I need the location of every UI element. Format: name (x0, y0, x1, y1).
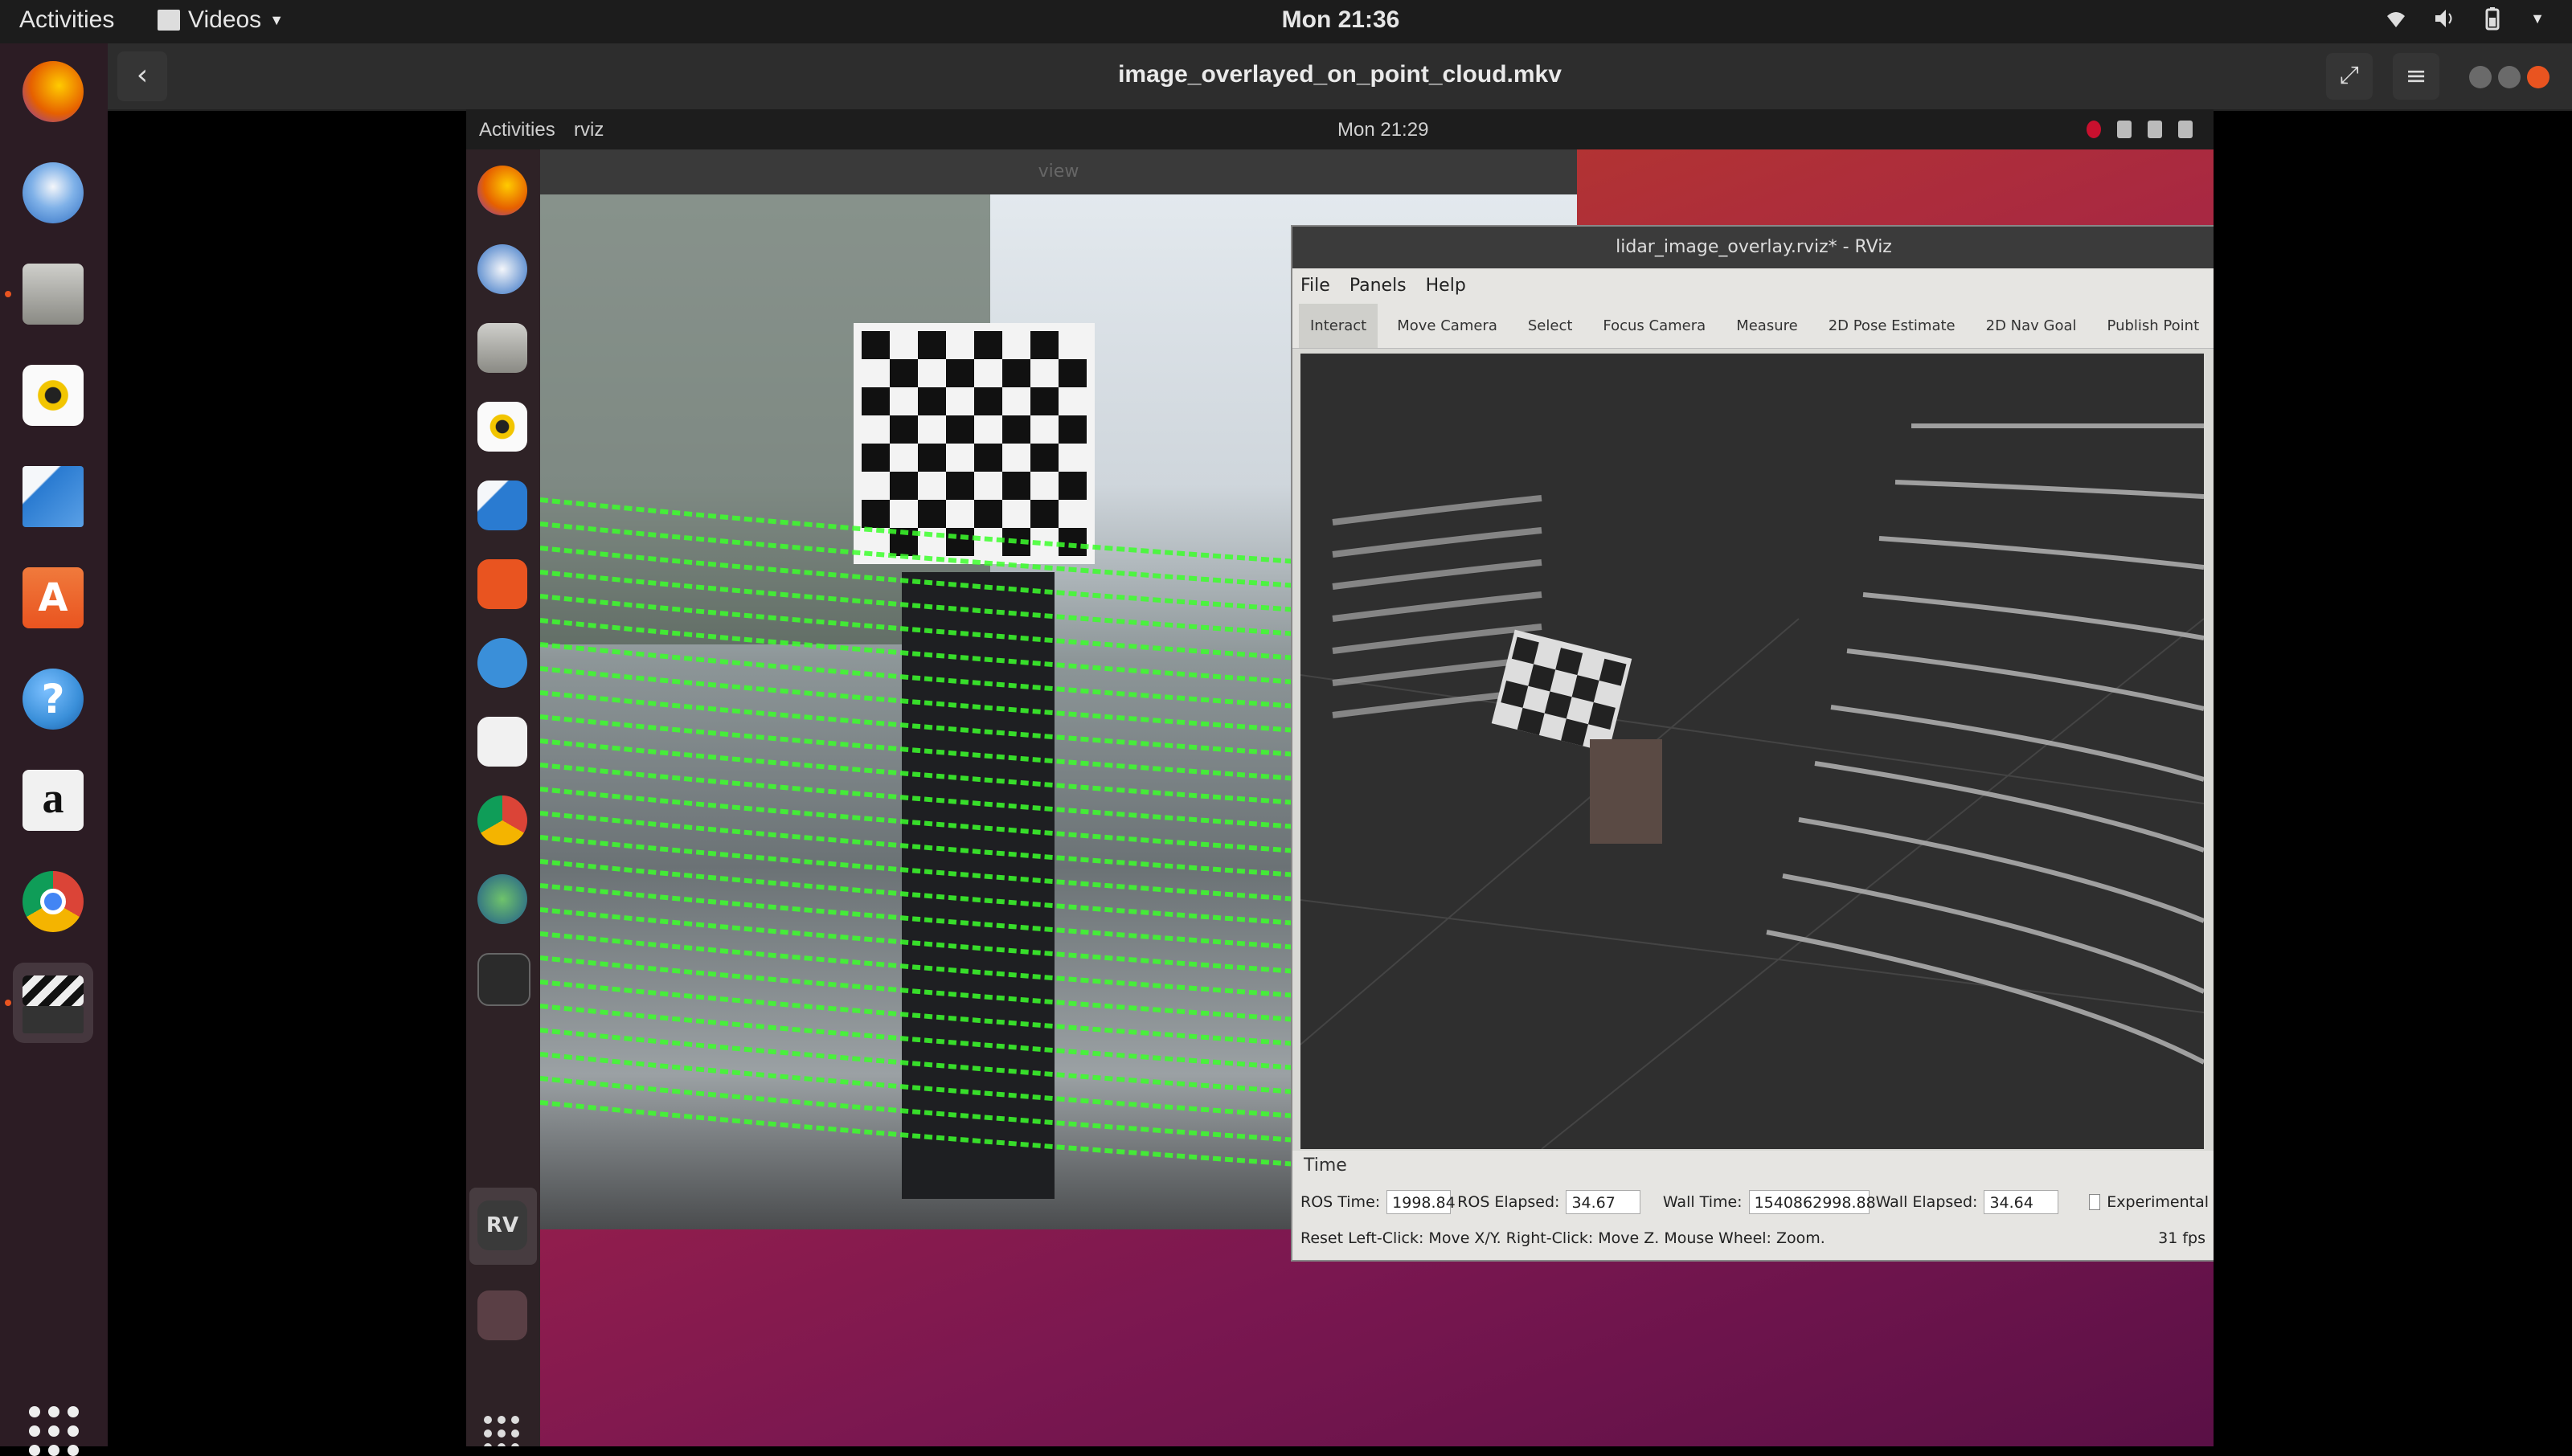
rviz-3d-view[interactable] (1300, 354, 2204, 1149)
libreoffice-writer-icon (23, 466, 84, 527)
show-applications-icon (484, 1416, 519, 1446)
rviz-window[interactable]: lidar_image_overlay.rviz* - RViz File Pa… (1291, 225, 2214, 1262)
system-tray[interactable]: ▼ (2386, 6, 2545, 31)
wifi-icon (2387, 12, 2406, 27)
dock-item-amazon[interactable]: a (13, 760, 93, 840)
tool-2d-nav-goal[interactable]: 2D Nav Goal (1975, 304, 2088, 348)
battery-icon (2485, 7, 2500, 31)
tool-select[interactable]: Select (1517, 304, 1584, 348)
menu-file[interactable]: File (1300, 268, 1330, 304)
rviz-person (1590, 739, 1662, 844)
minimize-button[interactable] (2469, 66, 2492, 88)
tool-measure[interactable]: Measure (1725, 304, 1809, 348)
dock-item-videos[interactable] (5, 963, 93, 1043)
videos-icon (23, 975, 84, 1006)
fullscreen-button[interactable]: ⤢ (2326, 53, 2373, 100)
rviz-menubar: File Panels Help (1292, 268, 2214, 304)
menu-panels[interactable]: Panels (1349, 268, 1407, 304)
app-menu[interactable]: Videos ▼ (158, 6, 284, 34)
person (902, 572, 1055, 1199)
experimental-checkbox[interactable] (2088, 1194, 2101, 1210)
chevron-down-icon: ▼ (2530, 10, 2545, 27)
globe-icon (477, 874, 527, 924)
video-frame[interactable]: Activities rviz Mon 21:29 RV view lidar_… (466, 109, 2214, 1446)
help-icon: ? (23, 669, 84, 730)
ros-time-label: ROS Time: (1300, 1193, 1381, 1211)
wall-elapsed-label: Wall Elapsed: (1875, 1193, 1978, 1211)
time-panel: Time ROS Time: 1998.84 ROS Elapsed: 34.6… (1292, 1151, 2214, 1260)
dock-item-rhythmbox[interactable] (13, 355, 93, 436)
dock-item-chrome[interactable] (13, 861, 93, 942)
terminal-icon (477, 953, 530, 1006)
wall-time-field[interactable]: 1540862998.88 (1748, 1190, 1876, 1214)
time-values: ROS Time: 1998.84 ROS Elapsed: 34.67 Wal… (1300, 1186, 2209, 1218)
libreoffice-writer-icon (477, 481, 527, 530)
clock[interactable]: Mon 21:36 (1278, 6, 1403, 34)
tool-focus-camera[interactable]: Focus Camera (1591, 304, 1717, 348)
amazon-icon (477, 717, 527, 767)
rviz-toolbar: Interact Move Camera Select Focus Camera… (1292, 304, 2214, 349)
dock-item-writer[interactable] (13, 456, 93, 537)
files-icon (23, 264, 84, 325)
files-icon (477, 323, 527, 373)
thunderbird-icon (23, 162, 84, 223)
video-dock: RV (466, 149, 540, 1446)
chrome-icon (23, 871, 84, 932)
experimental-label: Experimental (2107, 1193, 2209, 1211)
ros-time-field[interactable]: 1998.84 (1386, 1190, 1456, 1214)
dock-item-thunderbird[interactable] (13, 153, 93, 233)
ros-elapsed-field[interactable]: 34.67 (1566, 1190, 1640, 1214)
rviz-icon: RV (477, 1200, 527, 1250)
menu-button[interactable]: ≡ (2393, 53, 2439, 100)
videos-app-icon (158, 10, 180, 31)
dock-item-files[interactable] (5, 254, 93, 334)
wall-time-label: Wall Time: (1662, 1193, 1743, 1211)
video-tray (2087, 121, 2193, 138)
top-bar: Activities Videos ▼ Mon 21:36 ▼ (0, 0, 2572, 43)
tool-publish-point[interactable]: Publish Point (2096, 304, 2211, 348)
time-panel-title: Time (1304, 1155, 1347, 1176)
video-header-bar: ‹ image_overlayed_on_point_cloud.mkv ⤢ ≡ (108, 43, 2572, 111)
dock-item-firefox[interactable] (13, 51, 93, 132)
video-app-name: rviz (574, 119, 604, 141)
rhythmbox-icon (23, 365, 84, 426)
tool-2d-pose-estimate[interactable]: 2D Pose Estimate (1817, 304, 1967, 348)
video-top-bar: Activities rviz Mon 21:29 (466, 109, 2214, 149)
fps-indicator: 31 fps (2158, 1229, 2205, 1247)
video-title: image_overlayed_on_point_cloud.mkv (1118, 61, 1562, 88)
chevron-down-icon: ▼ (269, 11, 285, 28)
rviz-title: lidar_image_overlay.rviz* - RViz (1292, 227, 2214, 268)
ros-elapsed-label: ROS Elapsed: (1457, 1193, 1560, 1211)
ubuntu-software-icon (477, 559, 527, 609)
tool-interact[interactable]: Interact (1299, 304, 1378, 348)
amazon-icon: a (23, 770, 84, 831)
volume-icon (2435, 10, 2452, 27)
firefox-icon (23, 61, 84, 122)
firefox-icon (477, 166, 527, 215)
chrome-icon (477, 795, 527, 845)
dock-item-icon (477, 1290, 527, 1340)
close-button[interactable] (2527, 66, 2549, 88)
help-icon (477, 638, 527, 688)
tool-move-camera[interactable]: Move Camera (1386, 304, 1509, 348)
maximize-button[interactable] (2498, 66, 2521, 88)
status-bar: Reset Left-Click: Move X/Y. Right-Click:… (1300, 1229, 1825, 1247)
video-activities: Activities (479, 119, 555, 141)
activities-button[interactable]: Activities (19, 6, 114, 34)
wall-elapsed-field[interactable]: 34.64 (1984, 1190, 2058, 1214)
app-menu-label: Videos (188, 6, 262, 33)
dock: A ? a (0, 43, 108, 1456)
show-applications-icon[interactable] (29, 1406, 79, 1456)
thunderbird-icon (477, 244, 527, 294)
ubuntu-software-icon: A (23, 567, 84, 628)
dock-item-help[interactable]: ? (13, 659, 93, 739)
dock-item-software[interactable]: A (13, 558, 93, 638)
rhythmbox-icon (477, 402, 527, 452)
camera-view-title: view (540, 149, 1577, 194)
menu-help[interactable]: Help (1426, 268, 1466, 304)
video-clock: Mon 21:29 (1337, 119, 1429, 141)
